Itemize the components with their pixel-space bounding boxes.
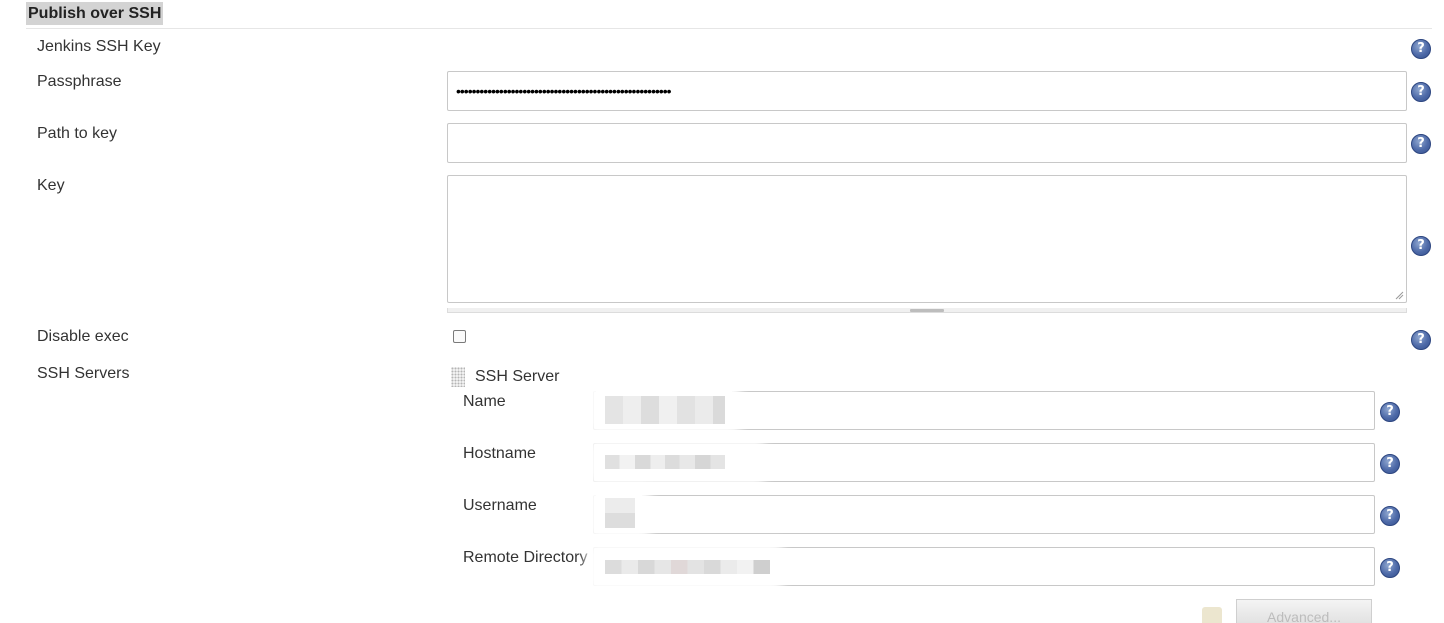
drag-handle-icon[interactable] xyxy=(451,367,465,387)
hostname-label: Hostname xyxy=(463,445,536,462)
key-label: Key xyxy=(37,177,65,194)
help-icon[interactable]: ? xyxy=(1380,506,1400,526)
passphrase-input[interactable]: ••••••••••••••••••••••••••••••••••••••••… xyxy=(447,71,1407,111)
redacted-value xyxy=(605,455,725,469)
redacted-value xyxy=(605,560,770,574)
help-icon[interactable]: ? xyxy=(1411,236,1431,256)
help-icon[interactable]: ? xyxy=(1380,402,1400,422)
ssh-server-heading: SSH Server xyxy=(475,368,560,385)
help-icon[interactable]: ? xyxy=(1380,558,1400,578)
username-label: Username xyxy=(463,497,537,514)
advanced-button[interactable]: Advanced... xyxy=(1236,599,1372,623)
help-icon[interactable]: ? xyxy=(1411,134,1431,154)
jenkins-ssh-key-label: Jenkins SSH Key xyxy=(37,38,161,55)
section-title: Publish over SSH xyxy=(26,2,164,25)
resize-grip-icon[interactable] xyxy=(1394,290,1404,300)
redacted-value xyxy=(605,396,725,424)
passphrase-label: Passphrase xyxy=(37,73,122,90)
redacted-value xyxy=(605,498,635,528)
advanced-toggle-icon xyxy=(1202,607,1222,623)
path-to-key-label: Path to key xyxy=(37,125,118,142)
ssh-servers-label: SSH Servers xyxy=(37,365,130,382)
drag-grip-icon xyxy=(910,309,944,312)
name-label: Name xyxy=(463,393,506,410)
help-icon[interactable]: ? xyxy=(1411,330,1431,350)
disable-exec-checkbox[interactable] xyxy=(453,330,466,343)
key-textarea[interactable] xyxy=(447,175,1407,303)
remote-directory-label: Remote Directory xyxy=(463,549,588,566)
publish-over-ssh-panel: Publish over SSH Jenkins SSH Key ? Passp… xyxy=(0,0,1444,623)
path-to-key-input[interactable] xyxy=(447,123,1407,163)
help-icon[interactable]: ? xyxy=(1411,39,1431,59)
section-divider xyxy=(26,28,1432,29)
username-input[interactable] xyxy=(593,495,1375,534)
help-icon[interactable]: ? xyxy=(1380,454,1400,474)
help-icon[interactable]: ? xyxy=(1411,82,1431,102)
disable-exec-label: Disable exec xyxy=(37,328,129,345)
